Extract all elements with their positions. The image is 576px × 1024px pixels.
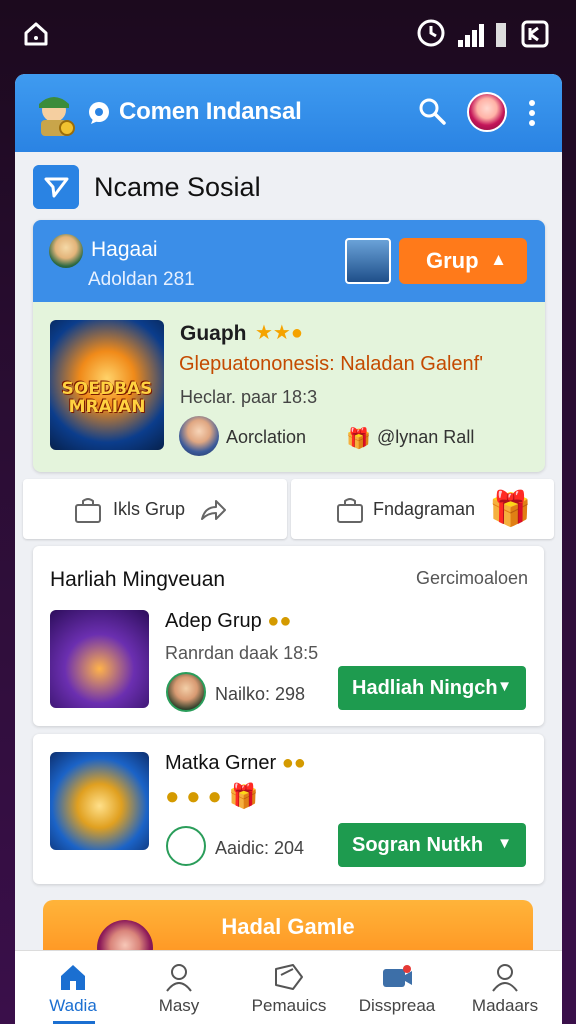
home-icon xyxy=(24,22,48,46)
home-icon xyxy=(61,965,85,990)
reward-item-avatar xyxy=(166,672,206,712)
bag-icon xyxy=(75,498,101,523)
send-icon[interactable] xyxy=(33,165,79,209)
game-thumbnail-text: SOEDBAS MRAIAN xyxy=(61,379,153,417)
app-header: Comen Indansal xyxy=(15,74,562,152)
fndagraman-label: Fndagraman xyxy=(373,499,476,519)
reward-card-2[interactable]: Matka Grner ●● ● ● ● 🎁 Aaidic: 204 Sogra… xyxy=(33,734,544,884)
nav-label: Madaars xyxy=(471,996,539,1015)
gift-icon: 🎁 xyxy=(346,428,371,450)
reward-section: Harliah Mingveuan Gercimoaloen Adep Grup… xyxy=(33,546,544,726)
reward-card-2-title: Matka Grner ●● xyxy=(165,752,306,775)
person-icon xyxy=(166,964,192,992)
author-avatar xyxy=(179,416,219,456)
main-panel: Comen Indansal Nсame Sosial Hagaai Adold… xyxy=(15,74,562,1024)
reward-thumbnail[interactable] xyxy=(50,610,149,708)
grup-button-label: Grup xyxy=(426,248,479,273)
chevron-down-icon: ▼ xyxy=(497,835,512,852)
person-icon xyxy=(492,964,518,992)
reward-section-link[interactable]: Gercimoaloen xyxy=(416,568,528,589)
search-icon[interactable] xyxy=(417,96,447,126)
star-rating-icon: ★★● xyxy=(255,322,303,344)
nav-item-madaars[interactable]: Madaars xyxy=(455,951,555,1024)
cast-icon xyxy=(521,20,549,48)
status-bar xyxy=(0,0,576,66)
reward-card-2-title-text: Matka Grner xyxy=(165,752,277,774)
game-thumbnail[interactable]: SOEDBAS MRAIAN xyxy=(50,320,164,450)
section-title: Nсame Sosial xyxy=(94,172,261,202)
hadliah-ningch-button[interactable]: Hadliah Ningch ▼ xyxy=(338,666,526,710)
member-handle: @lynan Rall xyxy=(377,427,475,447)
nav-item-disspreaa[interactable]: Disspreaa xyxy=(347,951,447,1024)
nav-label: Wadia xyxy=(49,996,97,1015)
nav-item-masy[interactable]: Masy xyxy=(129,951,229,1024)
more-options-icon[interactable] xyxy=(525,98,539,128)
bag-icon xyxy=(337,498,363,523)
video-icon xyxy=(383,965,412,987)
bottom-nav: Wadia Masy Pemauics Disspreaa Madaars xyxy=(15,950,562,1024)
user-avatar[interactable] xyxy=(467,92,507,132)
coin-stacks-icon: ● ● ● 🎁 xyxy=(165,783,259,810)
reward-card-2-meta: Aaidic: 204 xyxy=(215,838,305,858)
fndagraman-tile[interactable]: Fndagraman 🎁 xyxy=(291,479,554,539)
group-mini-avatar xyxy=(345,238,391,284)
author-name: Aorclation xyxy=(226,427,307,447)
reward-item[interactable]: Adep Grup ●● Ranrdan daak 18:5 Nailko: 2… xyxy=(33,606,544,726)
group-card[interactable]: Hagaai Adoldan 281 Grup ▲ SOEDBAS MRAIAN… xyxy=(33,220,545,472)
group-owner-avatar xyxy=(49,234,83,268)
gift-icon: 🎁 xyxy=(489,490,532,528)
battery-icon xyxy=(496,23,506,47)
tag-icon xyxy=(275,964,303,990)
group-date: Heclar. paar 18:3 xyxy=(180,387,318,407)
reward-thumbnail-2[interactable] xyxy=(50,752,149,850)
group-card-header: Hagaai Adoldan 281 Grup ▲ xyxy=(33,220,545,302)
promo-text: Hadal Gamle xyxy=(221,914,355,939)
share-icon[interactable] xyxy=(199,497,227,523)
reward-item-title-text: Adep Grup xyxy=(165,610,262,632)
reward-item-meta: Nailko: 298 xyxy=(215,684,306,704)
hadliah-ningch-label: Hadliah Ningch xyxy=(352,677,498,699)
group-description: Glepuatononesis: Naladan Galenf' xyxy=(179,353,484,375)
nav-label: Disspreaa xyxy=(358,996,436,1015)
ikls-grup-label: Ikls Grup xyxy=(113,499,186,519)
chevron-down-icon: ▼ xyxy=(497,678,512,695)
chat-bubble-icon xyxy=(89,102,109,124)
sogran-nutkh-button[interactable]: Sogran Nutkh ▼ xyxy=(338,823,526,867)
coins-icon: ●● xyxy=(281,752,306,774)
group-title: Guaph xyxy=(180,322,247,345)
nav-item-pemauics[interactable]: Pemauics xyxy=(239,951,339,1024)
reward-item-title: Adep Grup ●● xyxy=(165,610,291,633)
coins-icon: ●● xyxy=(267,610,292,632)
group-owner-name: Hagaai xyxy=(91,238,158,261)
nav-label: Pemauics xyxy=(251,996,327,1015)
chevron-up-icon: ▲ xyxy=(490,250,507,269)
sogran-nutkh-label: Sogran Nutkh xyxy=(352,834,484,856)
ikls-grup-tile[interactable]: Ikls Grup xyxy=(23,479,287,539)
nav-label: Masy xyxy=(158,996,200,1015)
section-name-row: Nсame Sosial xyxy=(15,152,562,222)
reward-item-date: Ranrdan daak 18:5 xyxy=(165,643,319,663)
reward-card-2-avatar xyxy=(166,826,206,866)
app-logo-avatar[interactable] xyxy=(29,88,79,138)
clock-icon xyxy=(417,19,445,47)
app-title: Comen Indansal xyxy=(119,98,302,125)
signal-icon xyxy=(458,24,484,47)
group-owner-sub: Adoldan 281 xyxy=(88,269,195,290)
reward-section-title: Harliah Mingveuan xyxy=(50,568,226,591)
grup-button[interactable]: Grup ▲ xyxy=(399,238,527,284)
nav-item-wadia[interactable]: Wadia xyxy=(23,951,123,1024)
